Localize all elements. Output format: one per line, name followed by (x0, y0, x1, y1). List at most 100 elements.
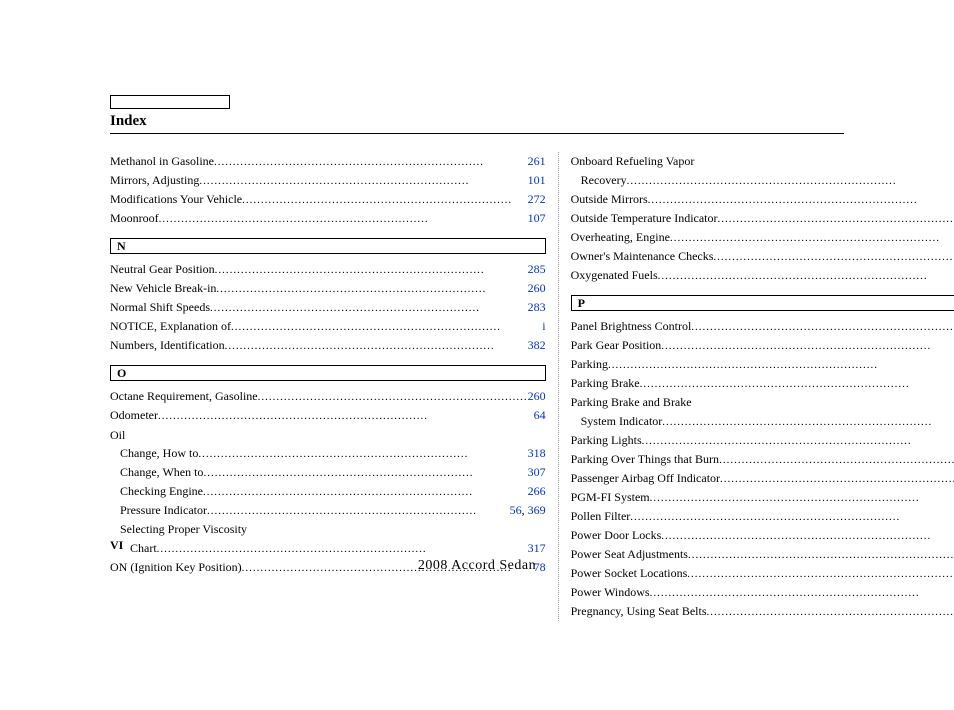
leader-dots: ........................................… (650, 490, 954, 507)
entry-page-link[interactable]: i (542, 317, 545, 336)
index-columns: Methanol in Gasoline ...................… (110, 152, 844, 621)
leader-dots: ........................................… (215, 262, 528, 279)
entry-page-link[interactable]: 260 (528, 387, 546, 406)
entry-page-link[interactable]: 318 (528, 444, 546, 463)
leader-dots: ........................................… (242, 192, 528, 209)
page-number: VI (110, 538, 123, 553)
entry-label: System Indicator (581, 412, 663, 431)
index-entry: Octane Requirement, Gasoline ...........… (110, 387, 546, 406)
index-entry: Owner's Maintenance Checks .............… (571, 247, 954, 266)
entry-label: Octane Requirement, Gasoline (110, 387, 258, 406)
index-entry: New Vehicle Break-in ...................… (110, 279, 546, 298)
entry-label: Park Gear Position (571, 336, 662, 355)
leader-dots: ........................................… (718, 211, 954, 228)
entry-page-link[interactable]: 283 (528, 298, 546, 317)
index-entry: Power Door Locks .......................… (571, 526, 954, 545)
entry-label: Odometer (110, 406, 158, 425)
index-entry: Overheating, Engine ....................… (571, 228, 954, 247)
index-entry: Recovery ...............................… (571, 171, 954, 190)
entry-label: Pressure Indicator (120, 501, 207, 520)
entry-label: Selecting Proper Viscosity (120, 520, 247, 539)
index-entry: Parking Brake ..........................… (571, 374, 954, 393)
column-1: Methanol in Gasoline ...................… (110, 152, 558, 621)
leader-dots: ........................................… (627, 173, 954, 190)
leader-dots: ........................................… (159, 211, 528, 228)
entry-page-link[interactable]: 64 (534, 406, 546, 425)
entry-label: Pregnancy, Using Seat Belts (571, 602, 707, 621)
entry-label: Methanol in Gasoline (110, 152, 214, 171)
entry-label: Parking (571, 355, 608, 374)
index-entry: Parking Lights .........................… (571, 431, 954, 450)
entry-page-link[interactable]: 382 (528, 336, 546, 355)
leader-dots: ........................................… (216, 281, 527, 298)
index-entry: Numbers, Identification ................… (110, 336, 546, 355)
entry-label: New Vehicle Break-in (110, 279, 216, 298)
leader-dots: ........................................… (199, 173, 527, 190)
entry-page-link[interactable]: 317 (528, 539, 546, 558)
index-entry: Odometer ...............................… (110, 406, 546, 425)
leader-dots: ........................................… (719, 452, 954, 469)
leader-dots: ........................................… (203, 465, 527, 482)
entry-label: Normal Shift Speeds (110, 298, 210, 317)
entry-page-link[interactable]: 107 (528, 209, 546, 228)
index-entry: Change, How to .........................… (110, 444, 546, 463)
index-entry: System Indicator .......................… (571, 412, 954, 431)
toc-button-placeholder[interactable] (110, 95, 230, 109)
leader-dots: ........................................… (650, 585, 954, 602)
index-entry: Moonroof ...............................… (110, 209, 546, 228)
entry-label: Pollen Filter (571, 507, 631, 526)
leader-dots: ........................................… (214, 154, 528, 171)
entry-page-link[interactable]: 272 (528, 190, 546, 209)
index-entry: Checking Engine ........................… (110, 482, 546, 501)
index-entry: Parking Brake and Brake (571, 393, 954, 412)
entry-label: Onboard Refueling Vapor (571, 152, 695, 171)
index-entry: Oil (110, 426, 546, 445)
leader-dots: ........................................… (720, 471, 954, 488)
leader-dots: ........................................… (661, 338, 954, 355)
index-entry: Parking ................................… (571, 355, 954, 374)
leader-dots: ........................................… (707, 604, 954, 621)
entry-label: Chart (130, 539, 157, 558)
entry-page-link[interactable]: 56, 369 (510, 501, 546, 520)
index-letter-header: P (571, 295, 954, 311)
index-entry: Power Windows ..........................… (571, 583, 954, 602)
leader-dots: ........................................… (258, 389, 528, 406)
leader-dots: ........................................… (158, 408, 534, 425)
entry-label: NOTICE, Explanation of (110, 317, 231, 336)
index-letter-header: O (110, 365, 546, 381)
entry-label: Outside Mirrors (571, 190, 648, 209)
index-entry: Chart ..................................… (110, 539, 546, 558)
index-entry: Change, When to ........................… (110, 463, 546, 482)
index-entry: Panel Brightness Control ...............… (571, 317, 954, 336)
entry-label: Power Windows (571, 583, 650, 602)
index-entry: PGM-FI System ..........................… (571, 488, 954, 507)
index-entry: Methanol in Gasoline ...................… (110, 152, 546, 171)
leader-dots: ........................................… (231, 319, 542, 336)
entry-label: Oxygenated Fuels (571, 266, 658, 285)
index-entry: Passenger Airbag Off Indicator .........… (571, 469, 954, 488)
leader-dots: ........................................… (157, 541, 528, 558)
page-container: Index Methanol in Gasoline .............… (0, 0, 954, 621)
leader-dots: ........................................… (658, 268, 954, 285)
entry-label: Panel Brightness Control (571, 317, 692, 336)
column-2: Onboard Refueling VaporRecovery ........… (558, 152, 954, 621)
entry-label: Mirrors, Adjusting (110, 171, 199, 190)
entry-label: Recovery (581, 171, 627, 190)
entry-label: Change, When to (120, 463, 203, 482)
leader-dots: ........................................… (203, 484, 528, 501)
index-entry: Mirrors, Adjusting .....................… (110, 171, 546, 190)
entry-page-link[interactable]: 266 (528, 482, 546, 501)
entry-page-link[interactable]: 261 (528, 152, 546, 171)
entry-page-link[interactable]: 260 (528, 279, 546, 298)
index-entry: Outside Temperature Indicator ..........… (571, 209, 954, 228)
entry-label: Parking Lights (571, 431, 642, 450)
leader-dots: ........................................… (662, 414, 954, 431)
entry-page-link[interactable]: 101 (528, 171, 546, 190)
entry-label: Parking Over Things that Burn (571, 450, 719, 469)
entry-page-link[interactable]: 307 (528, 463, 546, 482)
index-entry: Pollen Filter ..........................… (571, 507, 954, 526)
index-entry: Parking Over Things that Burn ..........… (571, 450, 954, 469)
leader-dots: ........................................… (207, 503, 510, 520)
entry-page-link[interactable]: 285 (528, 260, 546, 279)
entry-label: Passenger Airbag Off Indicator (571, 469, 720, 488)
